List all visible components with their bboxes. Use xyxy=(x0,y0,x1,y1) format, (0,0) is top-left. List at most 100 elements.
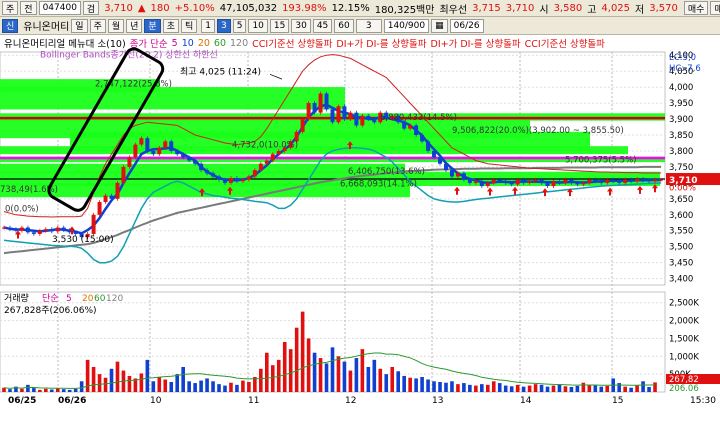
candle-body xyxy=(217,176,222,180)
candle-body xyxy=(408,125,413,129)
volume-bar xyxy=(485,384,490,392)
candle-body xyxy=(145,138,150,151)
price-tick-label: 3,550 xyxy=(669,227,693,237)
volume-bar xyxy=(73,388,78,392)
volume-bar xyxy=(551,385,556,392)
candle-body xyxy=(599,181,604,183)
x-axis-label: 12 xyxy=(345,396,356,406)
volume-bar xyxy=(527,385,532,392)
volume-bar xyxy=(20,388,24,392)
volume-bar xyxy=(348,370,353,392)
volume-bar xyxy=(103,377,108,392)
volume-bar xyxy=(259,368,263,392)
volume-bar xyxy=(354,358,359,392)
volume-bar xyxy=(557,384,562,392)
candle-body xyxy=(414,125,419,135)
x-axis-label: 10 xyxy=(150,396,162,406)
volume-bar xyxy=(462,383,466,392)
candle-body xyxy=(587,179,592,183)
volume-bar xyxy=(647,387,651,392)
zone-label: 0(0.0%) xyxy=(5,204,39,214)
candle-body xyxy=(169,141,174,151)
volume-bar xyxy=(390,367,395,392)
zone-label: 4,732,0(10.0%) xyxy=(232,141,298,151)
volume-bar xyxy=(491,381,496,392)
volume-bar xyxy=(438,382,442,392)
volume-bar xyxy=(2,387,6,392)
candle-body xyxy=(557,181,562,183)
volume-bar xyxy=(599,386,604,392)
candle-body xyxy=(623,179,628,183)
volume-bar xyxy=(378,368,383,392)
candle-body xyxy=(426,141,431,151)
x-axis-label: 11 xyxy=(248,396,259,406)
volume-bar xyxy=(205,378,209,392)
volume-bar xyxy=(575,385,580,392)
price-tick-label: 3,950 xyxy=(669,99,693,109)
x-axis-label: 13 xyxy=(432,396,443,406)
low-annotation: 3,530 (15:00) xyxy=(52,235,114,245)
candle-body xyxy=(551,181,556,187)
high-annotation: 최고 4,025 (11:24) xyxy=(180,66,261,77)
price-tick-label: 3,600 xyxy=(669,211,693,221)
candle-body xyxy=(420,134,425,142)
volume-bar xyxy=(312,352,317,392)
candle-body xyxy=(55,227,60,232)
volume-bar xyxy=(217,384,221,392)
volume-bar xyxy=(199,380,203,392)
candle-body xyxy=(133,144,138,158)
volume-bar xyxy=(67,389,72,392)
volume-bar xyxy=(109,368,114,392)
volume-bar xyxy=(533,384,538,392)
candle-body xyxy=(31,232,36,234)
volume-ma-period: 60 xyxy=(94,294,106,304)
volume-bar xyxy=(408,377,412,392)
volume-bar xyxy=(450,381,454,392)
volume-bar xyxy=(294,327,299,392)
zone-label: 9,506,822(20.0%)(3,902.00 ~ 3,855.50) xyxy=(452,126,624,136)
volume-bar xyxy=(581,382,586,392)
volume-bar xyxy=(157,377,162,392)
price-tick-label: 3,900 xyxy=(669,115,693,125)
hc-text: HC:-7,6 xyxy=(669,64,701,74)
candle-body xyxy=(222,179,227,183)
volume-bar xyxy=(300,311,305,392)
candle-body xyxy=(473,181,478,183)
volume-bar xyxy=(288,349,293,392)
candle-body xyxy=(300,119,305,132)
volume-bar xyxy=(587,384,592,392)
volume-bar xyxy=(211,381,215,392)
volume-bar xyxy=(641,381,645,392)
candle-body xyxy=(372,119,377,123)
candle-body xyxy=(240,179,245,182)
candle-body xyxy=(485,182,490,187)
price-tick-label: 3,450 xyxy=(669,259,693,269)
candle-body xyxy=(443,163,448,171)
volume-zone xyxy=(0,87,345,110)
volume-bar xyxy=(342,361,347,392)
volume-bar xyxy=(497,383,502,392)
candle-body xyxy=(324,93,329,110)
lc-text: LC:5,0 xyxy=(669,53,696,63)
volume-bar xyxy=(270,365,275,392)
candle-body xyxy=(163,141,168,148)
volume-bar xyxy=(474,385,478,392)
volume-bar xyxy=(79,381,84,392)
candle-body xyxy=(199,163,204,171)
stock-chart[interactable]: 2,747,122(25.8%)6,880,433(14.5%)9,506,82… xyxy=(0,0,720,437)
x-axis-label: 14 xyxy=(520,396,532,406)
volume-bar xyxy=(91,367,96,392)
volume-bar xyxy=(396,371,400,392)
candle-body xyxy=(515,179,520,185)
candle-body xyxy=(25,227,30,233)
volume-ma-period: 120 xyxy=(106,294,123,304)
volume-bar xyxy=(97,374,102,392)
x-axis-label: 15:30 xyxy=(690,396,716,406)
candle-body xyxy=(497,179,502,182)
volume-ma-label: 단순 xyxy=(42,293,59,304)
candle-body xyxy=(252,170,257,177)
price-tick-label: 3,500 xyxy=(669,243,693,253)
candle-body xyxy=(575,182,580,185)
volume-bar xyxy=(593,385,598,392)
volume-bar xyxy=(85,359,90,392)
